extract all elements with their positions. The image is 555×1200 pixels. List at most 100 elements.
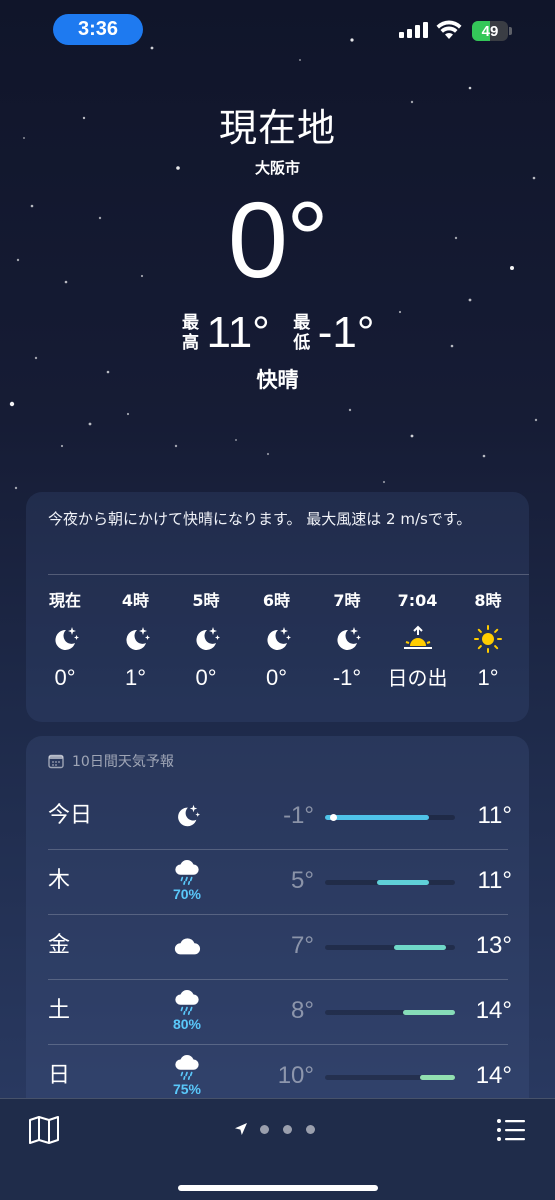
battery-cap (509, 27, 512, 35)
cloud-icon (174, 938, 201, 955)
moon-stars-icon (178, 804, 201, 827)
moon-stars-icon (266, 627, 291, 650)
high-temperature: 14° (475, 997, 512, 1024)
low-temperature: 10° (277, 1062, 314, 1089)
cellular-signal-icon (399, 22, 428, 38)
weather-header: 現在地 大阪市 0° (0, 100, 555, 298)
hourly-time: 7:04 (397, 591, 438, 610)
low-temperature: 8° (291, 997, 314, 1024)
low-label: 最低 (293, 313, 311, 353)
sunrise-icon (403, 625, 432, 649)
hourly-item: 8時 1° (453, 590, 523, 692)
hourly-temperature: 1° (477, 665, 499, 690)
precipitation-chance: 75% (172, 1081, 202, 1097)
temperature-range-bar (325, 880, 455, 885)
daily-forecast-row[interactable]: 木 70% 5° 11° (26, 850, 529, 915)
hourly-item: 現在 0° (30, 590, 100, 692)
daily-forecast-row[interactable]: 今日 -1° 11° (26, 785, 529, 850)
status-bar: 3:36 49 (0, 0, 555, 60)
page-dot (306, 1124, 315, 1134)
hourly-time: 4時 (121, 591, 150, 610)
low-value: -1° (317, 308, 375, 357)
high-temperature: 11° (477, 867, 512, 894)
forecast-summary: 今夜から朝にかけて快晴になります。 最大風速は 2 m/sです。 (48, 510, 472, 528)
moon-stars-icon (196, 627, 220, 650)
low-temperature: 7° (291, 932, 314, 959)
moon-stars-icon (337, 627, 361, 650)
day-name: 木 (48, 868, 71, 893)
high-temperature: 14° (475, 1062, 512, 1089)
day-weather: 75% (164, 1053, 210, 1097)
precipitation-chance: 80% (172, 1016, 202, 1032)
day-weather: 70% (164, 858, 210, 902)
divider (48, 574, 529, 575)
high-label: 最高 (182, 313, 199, 353)
moon-stars-icon (125, 627, 150, 650)
temperature-range-bar (325, 945, 455, 950)
status-time[interactable]: 3:36 (53, 14, 143, 45)
ten-day-forecast-card[interactable]: 10日間天気予報 今日 -1° 11° 木 70% 5° 11° 金 7° 13° 土 80% 8° 14… (26, 736, 529, 1136)
high-low-temperatures: 最高 11° 最低 -1° (0, 308, 555, 358)
battery-body: 49 (472, 21, 508, 41)
current-temperature: 0° (227, 179, 329, 300)
temperature-range-fill (377, 880, 429, 885)
day-weather: 80% (164, 988, 210, 1032)
map-icon[interactable] (28, 1115, 60, 1145)
battery-indicator: 49 (472, 21, 514, 41)
high-value: 11° (206, 308, 270, 357)
day-weather (164, 802, 210, 830)
temperature-range-bar (325, 1010, 455, 1015)
temperature-range-fill (403, 1010, 455, 1015)
sun-icon (474, 625, 502, 653)
hourly-item: 4時 1° (101, 590, 171, 692)
hourly-temperature: 1° (124, 665, 147, 690)
page-dot (260, 1124, 269, 1134)
hourly-temperature: -1° (332, 665, 362, 690)
city-name: 大阪市 (254, 159, 300, 177)
temperature-range-fill (325, 815, 429, 820)
high-temperature: 13° (475, 932, 512, 959)
page-dot (283, 1124, 292, 1134)
day-name: 日 (48, 1063, 71, 1088)
hourly-temperature: 0° (195, 665, 217, 690)
hourly-item: 7:04 日の出 (383, 590, 453, 692)
day-name: 今日 (48, 803, 93, 828)
temperature-range-bar (325, 1075, 455, 1080)
location-title: 現在地 (218, 106, 336, 150)
weather-condition: 快晴 (256, 368, 299, 392)
location-list-icon[interactable] (496, 1117, 526, 1143)
low-temperature: 5° (291, 867, 314, 894)
day-weather (164, 932, 210, 960)
high-temperature: 11° (477, 802, 512, 829)
hourly-item: 5時 0° (171, 590, 241, 692)
daily-forecast-row[interactable]: 金 7° 13° (26, 915, 529, 980)
hourly-forecast-card[interactable]: 今夜から朝にかけて快晴になります。 最大風速は 2 m/sです。 現在 0° 4時 1… (26, 492, 529, 722)
hourly-temperature: 日の出 (387, 666, 448, 690)
hourly-item: 7時 -1° (312, 590, 382, 692)
page-indicator[interactable] (234, 1121, 329, 1137)
cloud-rain-icon (175, 990, 199, 1015)
hourly-temperature: 0° (265, 665, 288, 690)
bottom-toolbar (0, 1098, 555, 1200)
hourly-time: 現在 (48, 591, 81, 610)
daily-forecast-row[interactable]: 土 80% 8° 14° (26, 980, 529, 1045)
moon-stars-icon (55, 627, 79, 650)
temperature-range-bar (325, 814, 455, 821)
temperature-range-fill (420, 1075, 455, 1080)
hourly-temperature: 0° (54, 665, 76, 690)
day-name: 金 (48, 933, 71, 958)
hourly-time: 6時 (262, 591, 291, 610)
low-temperature: -1° (283, 802, 314, 829)
precipitation-chance: 70% (172, 886, 202, 902)
temperature-range-fill (394, 945, 447, 950)
cloud-rain-icon (175, 860, 199, 885)
hourly-time: 7時 (333, 591, 361, 610)
day-name: 土 (48, 998, 71, 1023)
wifi-icon (436, 20, 462, 39)
hourly-time: 8時 (474, 591, 502, 610)
ten-day-forecast-header: 10日間天気予報 (48, 750, 174, 772)
home-indicator[interactable] (178, 1185, 378, 1191)
calendar-icon (48, 754, 64, 769)
hourly-item: 6時 0° (242, 590, 312, 692)
cloud-rain-icon (175, 1055, 199, 1080)
